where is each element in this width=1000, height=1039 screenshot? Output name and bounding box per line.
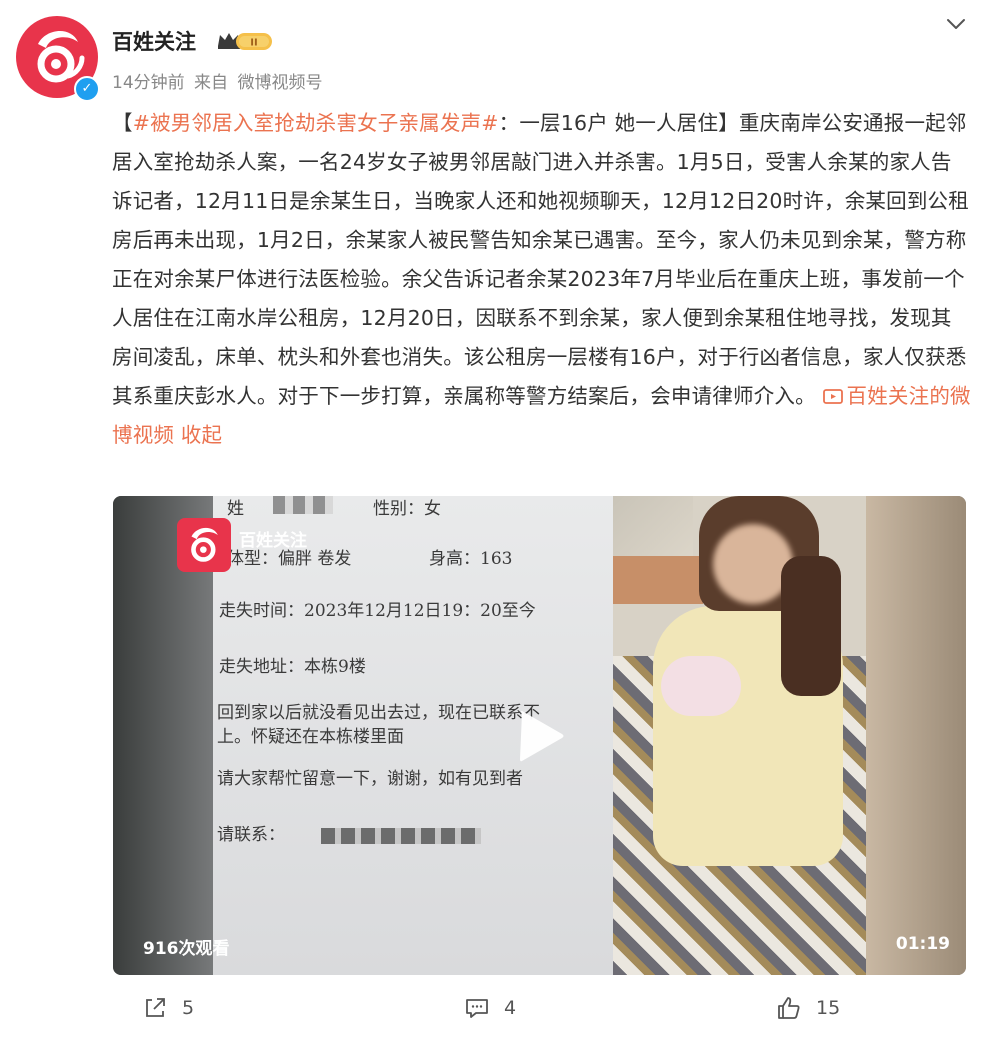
video-right-blur	[866, 496, 966, 975]
doc-line: 姓	[227, 499, 244, 519]
like-button[interactable]: 15	[776, 990, 840, 1026]
action-bar: 5 4 15	[0, 990, 1000, 1030]
share-count: 5	[182, 997, 195, 1019]
share-button[interactable]: 5	[142, 990, 194, 1026]
video-player[interactable]: 姓 性别：女 体型：偏胖 卷发 身高：163 走失时间：2023年12月12日1…	[113, 496, 966, 975]
share-icon	[146, 998, 165, 1017]
post-source[interactable]: 微博视频号	[237, 73, 322, 93]
redacted-name	[273, 496, 333, 514]
vip-crown-icon[interactable]: II	[216, 30, 274, 52]
video-link-icon	[822, 389, 843, 404]
post-text: 【#被男邻居入室抢劫杀害女子亲属发声#：一层16户 她一人居住】重庆南岸公安通报…	[112, 104, 972, 455]
like-count: 15	[816, 997, 841, 1019]
thumbs-up-icon	[778, 997, 800, 1019]
verified-icon: ✓	[74, 76, 100, 102]
doc-line: 身高：163	[429, 549, 513, 569]
headline: ：一层16户 她一人居住】	[498, 111, 739, 135]
doc-line: 性别：女	[373, 499, 441, 519]
post-body: 重庆南岸公安通报一起邻居入室抢劫杀人案，一名24岁女子被男邻居敲门进入并杀害。1…	[112, 111, 969, 408]
view-count: 916次观看	[143, 939, 230, 959]
doc-line: 请联系：	[217, 825, 285, 845]
post-meta: 14分钟前 来自 微博视频号	[112, 68, 326, 93]
headline-open: 【	[112, 111, 133, 135]
collapse-link[interactable]: 收起	[181, 423, 222, 447]
topic-link[interactable]: #被男邻居入室抢劫杀害女子亲属发声#	[133, 111, 499, 135]
username[interactable]: 百姓关注	[112, 26, 196, 56]
doc-line: 走失地址：本栋9楼	[219, 657, 366, 677]
comment-icon	[466, 999, 488, 1018]
vip-level: II	[250, 38, 257, 49]
video-duration: 01:19	[895, 934, 950, 954]
redacted-phone	[321, 828, 481, 844]
comment-button[interactable]: 4	[464, 990, 516, 1026]
video-logo-text: 百姓关注	[239, 531, 307, 551]
victim-photo	[613, 496, 866, 975]
doc-line: 回到家以后就没看见出去过，现在已联系不	[217, 703, 540, 723]
chevron-down-icon[interactable]	[944, 12, 968, 36]
doc-line: 走失时间：2023年12月12日19：20至今	[219, 601, 536, 621]
play-icon[interactable]	[516, 709, 566, 763]
doc-line: 请大家帮忙留意一下，谢谢，如有见到者	[217, 769, 523, 789]
video-logo-icon	[177, 518, 231, 572]
source-prefix: 来自	[194, 73, 229, 93]
comment-count: 4	[504, 997, 517, 1019]
post-time[interactable]: 14分钟前	[112, 73, 185, 93]
doc-line: 上。怀疑还在本栋楼里面	[217, 727, 404, 747]
